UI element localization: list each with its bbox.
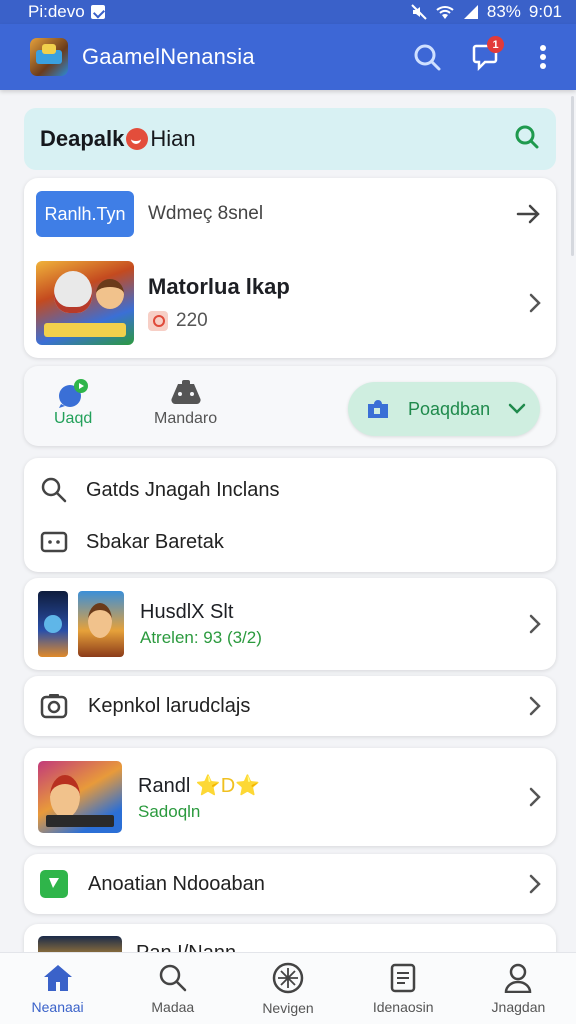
search-banner-title: Deapalk Hian [40,126,196,152]
bottom-navigation: Neanaai Madaa Nevigen Idenaosin Jnagdan [0,952,576,1024]
chevron-right-icon [529,787,541,807]
wifi-icon [436,6,454,19]
home-icon [43,964,72,991]
scrollbar[interactable] [571,96,574,256]
more-options-button[interactable] [528,42,558,72]
featured-card: Ranlh.Tyn Wdmeç 8snel Matorlua lkap 220 [24,178,556,358]
game-title: Randl ⭐D⭐ [138,774,261,797]
list-item-label: Kepnkol larudclajs [88,694,251,717]
game-thumbnail [36,261,134,345]
notification-icon [90,5,105,19]
featured-game-title: Matorlua lkap [148,274,290,299]
featured-action-button[interactable]: Ranlh.Tyn [36,191,134,237]
notifications-button[interactable]: 1 [470,36,504,72]
more-vert-icon [540,45,546,69]
status-carrier-text: Pi:devo [28,2,85,21]
search-go-button[interactable] [514,124,540,155]
gamepad-icon [171,380,201,405]
compass-icon [272,962,304,993]
notification-badge: 1 [487,36,504,53]
nav-documents[interactable]: Idenaosin [346,953,461,1024]
game-thumbnail [78,591,124,657]
app-store-icon [40,870,68,898]
clock-text: 9:01 [528,2,562,21]
smile-logo-icon [126,128,149,150]
search-title-part2: Hian [150,126,196,151]
tab-mandaro-label: Mandaro [154,410,218,427]
list-item-green[interactable]: Anoatian Ndooaban [24,854,556,914]
puzzle-icon [368,400,388,418]
nav-navigate[interactable]: Nevigen [230,953,345,1024]
search-icon [159,964,187,991]
signal-icon [463,5,478,19]
featured-game-row[interactable]: Matorlua lkap 220 [36,260,542,346]
search-icon [41,477,67,503]
card-icon [40,531,68,553]
app-logo-icon[interactable] [30,38,68,76]
featured-label: Wdmeç 8snel [148,203,264,224]
game-subtitle: Atrelen: 93 (3/2) [140,627,262,647]
nav-profile-label: Jnagdan [491,998,546,1015]
list-item-label: Anoatian Ndooaban [88,872,265,895]
game-thumbnail [38,761,122,833]
nav-documents-label: Idenaosin [372,998,434,1015]
category-tabs: Uaqd Mandaro Poaqdban [24,366,556,446]
quick-links-card: Gatds Jnagah Inclans Sbakar Baretak [24,458,556,572]
nav-navigate-label: Nevigen [262,999,314,1016]
document-icon [390,963,416,992]
nav-profile[interactable]: Jnagdan [461,953,576,1024]
game-list-item[interactable]: Randl ⭐D⭐ Sadoqln [24,748,556,846]
arrow-right-icon[interactable] [516,203,542,225]
chevron-right-icon [529,293,541,313]
list-item-label: Sbakar Baretak [86,530,224,553]
featured-game-meta: 220 [176,310,208,331]
nav-home-label: Neanaai [31,998,84,1015]
nav-search-label: Madaa [151,998,195,1015]
featured-top-row[interactable]: Ranlh.Tyn Wdmeç 8snel [36,190,542,238]
tab-uaqd[interactable]: Uaqd [54,378,92,428]
tab-mandaro[interactable]: Mandaro [154,378,217,428]
category-dropdown-label: Poaqdban [408,398,491,419]
app-title: GaamelNenansia [82,44,255,69]
camera-icon [40,694,68,719]
search-title-part1: Deapalk [40,126,125,151]
nav-search[interactable]: Madaa [115,953,230,1024]
game-title: HusdlX Slt [140,600,234,623]
list-item[interactable]: Sbakar Baretak [40,518,540,566]
game-list-item[interactable]: HusdlX Slt Atrelen: 93 (3/2) [24,578,556,670]
list-item[interactable]: Gatds Jnagah Inclans [40,466,540,514]
mute-icon [411,4,427,20]
list-item-camera[interactable]: Kepnkol larudclajs [24,676,556,736]
chevron-right-icon [529,696,541,716]
chevron-down-icon [508,403,526,414]
category-dropdown[interactable]: Poaqdban [348,382,540,436]
search-icon [515,125,539,148]
game-thumbnail [38,591,68,657]
app-bar: GaamelNenansia 1 [0,24,576,90]
search-banner[interactable]: Deapalk Hian [24,108,556,170]
game-subtitle: Sadoqln [138,801,201,821]
list-item-label: Gatds Jnagah Inclans [86,478,280,501]
rating-icon [148,311,168,331]
chevron-right-icon [529,614,541,634]
star-icon: ⭐D⭐ [195,774,261,797]
profile-icon [505,963,532,993]
chevron-right-icon [529,874,541,894]
battery-text: 83% [486,2,521,21]
nav-home[interactable]: Neanaai [0,953,115,1024]
search-button[interactable] [412,42,442,72]
status-bar: Pi:devo 83% 9:01 [0,0,576,24]
search-icon [414,44,441,71]
tab-uaqd-label: Uaqd [54,410,93,427]
chat-bubble-icon [59,379,89,408]
